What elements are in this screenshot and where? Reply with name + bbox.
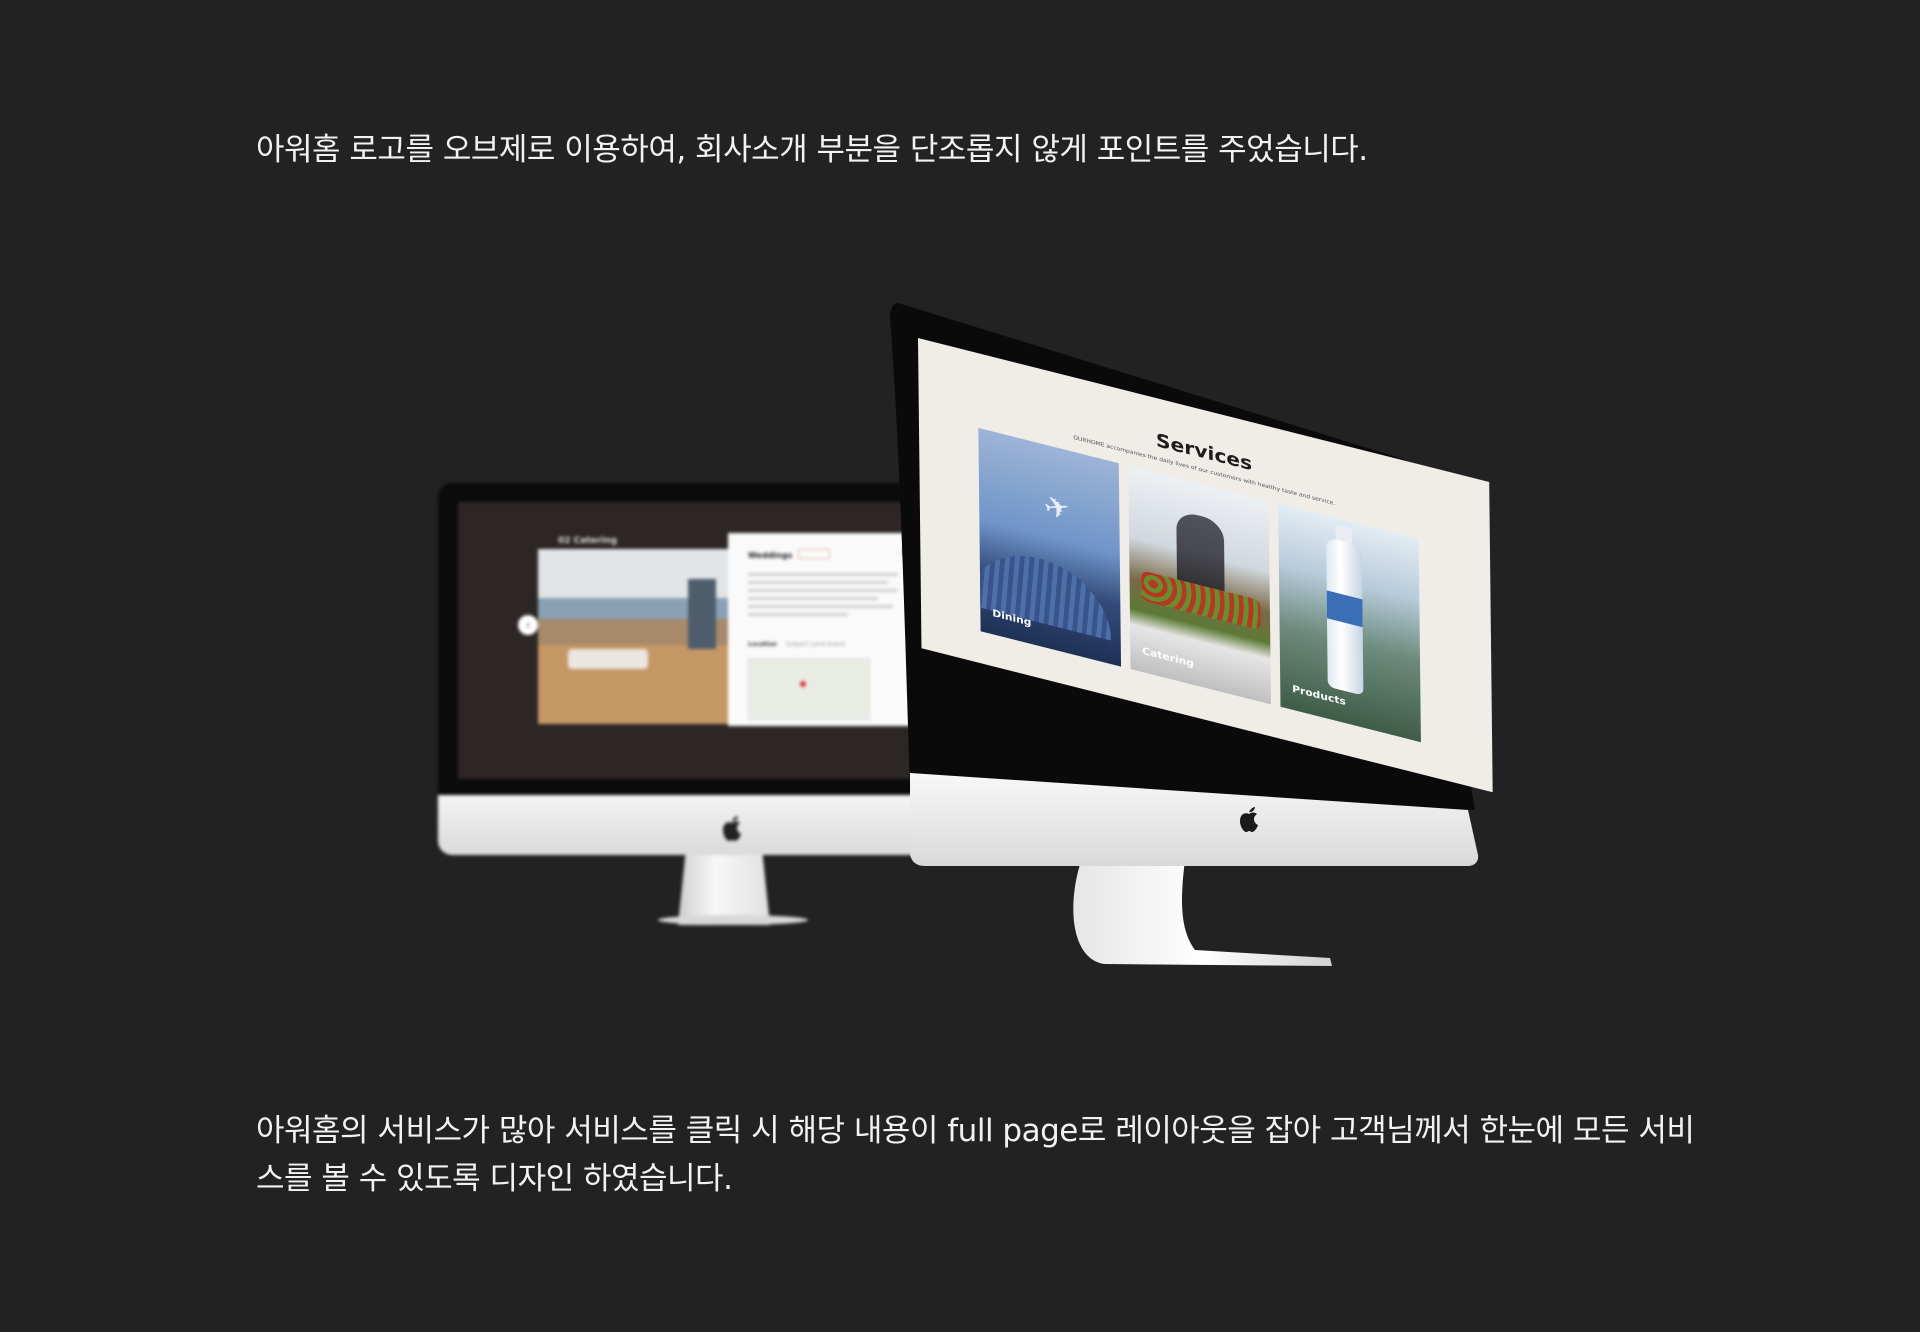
caption-bottom: 아워홈의 서비스가 많아 서비스를 클릭 시 해당 내용이 full page로… — [256, 1113, 1695, 1197]
